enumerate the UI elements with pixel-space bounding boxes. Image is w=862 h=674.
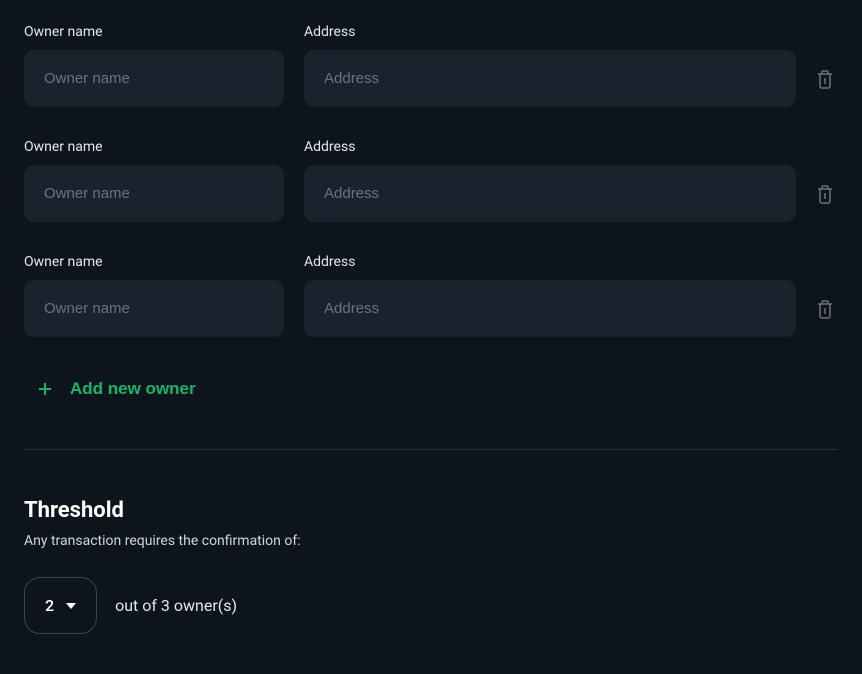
owner-address-label: Address [304,24,796,40]
trash-icon [816,69,834,89]
owner-address-input[interactable] [304,50,796,107]
owner-row: Owner name Address [24,254,838,337]
owner-address-label: Address [304,254,796,270]
owner-address-group: Address [304,254,796,337]
trash-icon [816,184,834,204]
plus-icon [38,382,52,396]
owner-name-input[interactable] [24,165,284,222]
owner-row: Owner name Address [24,139,838,222]
delete-owner-button[interactable] [816,51,838,107]
owner-address-label: Address [304,139,796,155]
delete-owner-button[interactable] [816,166,838,222]
owner-address-input[interactable] [304,280,796,337]
trash-icon [816,299,834,319]
section-divider [24,449,838,450]
caret-down-icon [66,603,76,609]
owner-name-input[interactable] [24,50,284,107]
owner-address-group: Address [304,139,796,222]
add-owner-button[interactable]: Add new owner [24,369,210,409]
add-owner-label: Add new owner [70,379,196,399]
owner-row: Owner name Address [24,24,838,107]
owner-name-group: Owner name [24,139,284,222]
threshold-suffix: out of 3 owner(s) [115,596,237,615]
owner-name-input[interactable] [24,280,284,337]
threshold-description: Any transaction requires the confirmatio… [24,533,838,549]
threshold-select[interactable]: 2 [24,577,97,634]
owner-name-label: Owner name [24,24,284,40]
owner-name-group: Owner name [24,24,284,107]
owner-name-group: Owner name [24,254,284,337]
owner-name-label: Owner name [24,254,284,270]
owner-address-input[interactable] [304,165,796,222]
owner-address-group: Address [304,24,796,107]
delete-owner-button[interactable] [816,281,838,337]
threshold-title: Threshold [24,498,838,523]
owner-name-label: Owner name [24,139,284,155]
threshold-value: 2 [45,596,54,615]
threshold-row: 2 out of 3 owner(s) [24,577,838,634]
